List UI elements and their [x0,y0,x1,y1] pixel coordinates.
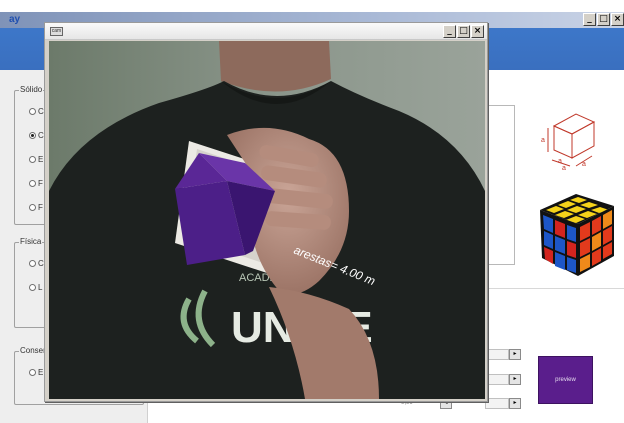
edge-label-a: a [582,161,586,168]
physics-group-title: Física [19,237,43,247]
size-stepper-2[interactable]: ▸ [485,374,521,385]
close-button[interactable]: × [611,13,624,26]
solid-option-3[interactable]: E [29,155,43,164]
edge-label-a: a [558,158,562,165]
app-logo-icon: ay [9,14,21,25]
conservation-option-label: E [38,368,44,377]
edge-label-a: a [541,137,545,144]
preview-frame [485,105,515,265]
maximize-button[interactable]: □ [597,13,610,26]
conservation-group-title: Conser [19,346,47,356]
physics-option-label: C [38,259,44,268]
solid-option-label: C [38,131,44,140]
radio-dot-icon[interactable] [29,108,36,115]
solid-option-5[interactable]: F [29,203,43,212]
minimize-button[interactable]: _ [583,13,596,26]
camera-app-icon: cam [50,27,63,36]
camera-close-button[interactable]: × [471,25,484,38]
stepper-track[interactable] [485,398,509,409]
solid-option-label: E [38,155,44,164]
preview-button-label: preview [555,377,576,383]
radio-dot-icon[interactable] [29,156,36,163]
webcam-scene: UNIME ACADEMIA [49,41,485,399]
edge-label-a: a [562,165,566,170]
camera-window-title-bar[interactable]: cam _ □ × [45,23,487,40]
solid-option-2[interactable]: C [29,131,44,140]
radio-dot-icon[interactable] [29,260,36,267]
camera-minimize-button[interactable]: _ [443,25,456,38]
stepper-track[interactable] [485,374,509,385]
divider [485,288,624,289]
camera-window: cam _ □ × ACADEMIA arestas= 4.00 m [44,22,488,402]
rubiks-cube-image [540,194,614,276]
radio-dot-icon[interactable] [29,369,36,376]
neck-shape [219,41,331,92]
solid-option-label: F [38,203,43,212]
solid-option-label: C [38,107,44,116]
solid-option-label: F [38,179,43,188]
physics-option-label: L [38,283,43,292]
camera-maximize-button[interactable]: □ [457,25,470,38]
stepper-increment-icon[interactable]: ▸ [509,374,521,385]
solid-option-4[interactable]: F [29,179,43,188]
stepper-track[interactable] [485,349,509,360]
size-stepper-1[interactable]: ▸ [485,349,521,360]
stepper-increment-icon[interactable]: ▸ [509,398,521,409]
solids-group-title: Sólido [19,85,44,95]
stepper-increment-icon[interactable]: ▸ [509,349,521,360]
camera-feed: UNIME ACADEMIA [49,41,485,399]
physics-option-2[interactable]: L [29,283,42,292]
radio-dot-selected-icon[interactable] [29,132,36,139]
preview-color-button[interactable]: preview [538,356,593,404]
size-stepper-3[interactable]: ▸ [485,398,521,409]
cube-edge-diagram: a a a a [541,113,596,170]
conservation-option-1[interactable]: E [29,368,43,377]
camera-window-controls: _ □ × [443,25,484,38]
radio-dot-icon[interactable] [29,284,36,291]
radio-dot-icon[interactable] [29,204,36,211]
physics-option-1[interactable]: C [29,259,44,268]
solid-option-1[interactable]: C [29,107,44,116]
app-window-controls: _ □ × [583,13,624,26]
radio-dot-icon[interactable] [29,180,36,187]
